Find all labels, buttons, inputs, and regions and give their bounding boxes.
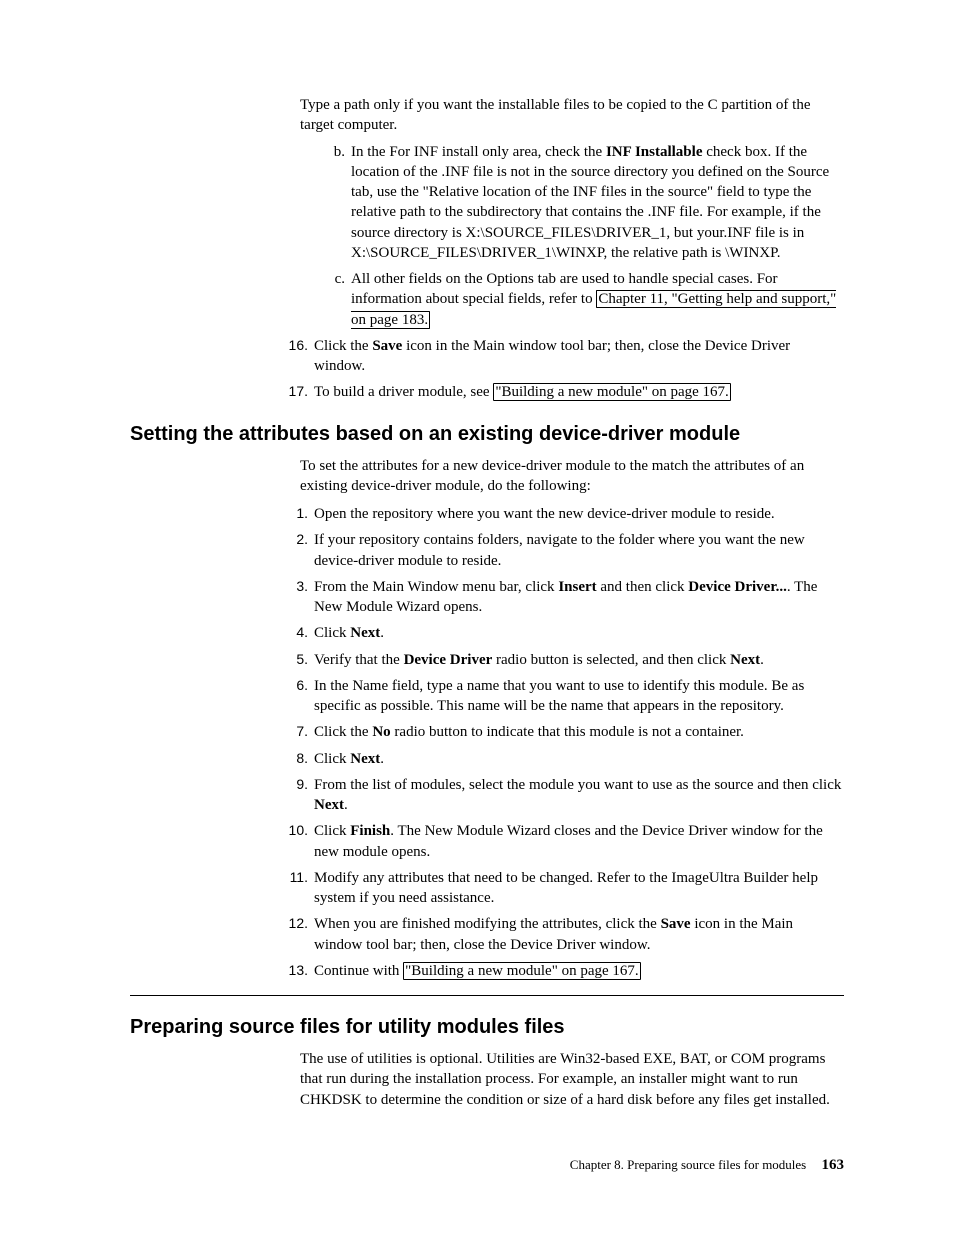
- text: check box. If the location of the .INF f…: [351, 144, 829, 261]
- list-body: In the For INF install only area, check …: [351, 142, 844, 264]
- text: .: [344, 797, 348, 813]
- bold-text: Finish: [350, 823, 390, 839]
- list-marker: 2.: [280, 530, 314, 571]
- bold-text: Save: [661, 916, 691, 932]
- list-marker: b.: [325, 142, 351, 264]
- list-body: If your repository contains folders, nav…: [314, 530, 844, 571]
- page-footer: Chapter 8. Preparing source files for mo…: [570, 1155, 844, 1175]
- text: Click the: [314, 724, 372, 740]
- list-marker: 16.: [280, 336, 314, 377]
- list-body: From the list of modules, select the mod…: [314, 775, 844, 816]
- document-page: Type a path only if you want the install…: [0, 0, 954, 1235]
- footer-chapter: Chapter 8. Preparing source files for mo…: [570, 1157, 806, 1172]
- list-body: Click Next.: [314, 749, 844, 769]
- list-marker: 10.: [280, 821, 314, 862]
- text: In the For INF install only area, check …: [351, 144, 606, 160]
- list-item-c: c. All other fields on the Options tab a…: [325, 269, 844, 330]
- bold-text: No: [372, 724, 390, 740]
- list-item: 10.Click Finish. The New Module Wizard c…: [280, 821, 844, 862]
- list-marker: 9.: [280, 775, 314, 816]
- bold-text: Next: [314, 797, 344, 813]
- list-item: 9.From the list of modules, select the m…: [280, 775, 844, 816]
- list-item-16: 16. Click the Save icon in the Main wind…: [280, 336, 844, 377]
- list-marker: 8.: [280, 749, 314, 769]
- list-body: Click Next.: [314, 623, 844, 643]
- text: and then click: [597, 579, 689, 595]
- bold-text: Next: [350, 625, 380, 641]
- list-body: To build a driver module, see "Building …: [314, 382, 844, 402]
- list-body: In the Name field, type a name that you …: [314, 676, 844, 717]
- bold-text: INF Installable: [606, 144, 703, 160]
- list-body: When you are finished modifying the attr…: [314, 914, 844, 955]
- bold-text: Insert: [558, 579, 596, 595]
- bold-text: Next: [730, 652, 760, 668]
- bold-text: Device Driver: [404, 652, 493, 668]
- text: From the Main Window menu bar, click: [314, 579, 558, 595]
- list-body: Click Finish. The New Module Wizard clos…: [314, 821, 844, 862]
- bold-text: Save: [372, 338, 402, 354]
- list-body: Click the No radio button to indicate th…: [314, 722, 844, 742]
- section-intro: To set the attributes for a new device-d…: [300, 456, 844, 497]
- list-body: Verify that the Device Driver radio butt…: [314, 650, 844, 670]
- sub-list: b. In the For INF install only area, che…: [325, 142, 844, 330]
- list-item: 12.When you are finished modifying the a…: [280, 914, 844, 955]
- list-marker: 5.: [280, 650, 314, 670]
- text: Verify that the: [314, 652, 404, 668]
- section-paragraph: The use of utilities is optional. Utilit…: [300, 1049, 844, 1110]
- list-marker: 12.: [280, 914, 314, 955]
- list-item-17: 17. To build a driver module, see "Build…: [280, 382, 844, 402]
- text: . The New Module Wizard closes and the D…: [314, 823, 823, 859]
- text: From the list of modules, select the mod…: [314, 777, 841, 793]
- text: .: [380, 625, 384, 641]
- list-item: 13.Continue with "Building a new module"…: [280, 961, 844, 981]
- list-body: Continue with "Building a new module" on…: [314, 961, 844, 981]
- section-heading-utility: Preparing source files for utility modul…: [130, 1014, 844, 1041]
- list-body: Open the repository where you want the n…: [314, 504, 844, 524]
- text: Click: [314, 625, 350, 641]
- text: Click: [314, 751, 350, 767]
- list-marker: 11.: [280, 868, 314, 909]
- bold-text: Next: [350, 751, 380, 767]
- text: Click: [314, 823, 350, 839]
- text: Continue with: [314, 963, 403, 979]
- list-item: 2.If your repository contains folders, n…: [280, 530, 844, 571]
- list-marker: 7.: [280, 722, 314, 742]
- list-item: 7.Click the No radio button to indicate …: [280, 722, 844, 742]
- section-heading-attributes: Setting the attributes based on an exist…: [130, 421, 844, 448]
- list-item: 6.In the Name field, type a name that yo…: [280, 676, 844, 717]
- list-item: 3.From the Main Window menu bar, click I…: [280, 577, 844, 618]
- list-item: 11.Modify any attributes that need to be…: [280, 868, 844, 909]
- list-marker: 4.: [280, 623, 314, 643]
- text: When you are finished modifying the attr…: [314, 916, 661, 932]
- list-item: 4.Click Next.: [280, 623, 844, 643]
- list-body: From the Main Window menu bar, click Ins…: [314, 577, 844, 618]
- list-marker: 13.: [280, 961, 314, 981]
- bold-text: Device Driver...: [688, 579, 787, 595]
- text: Click the: [314, 338, 372, 354]
- text: radio button is selected, and then click: [492, 652, 730, 668]
- list-body: Click the Save icon in the Main window t…: [314, 336, 844, 377]
- text: .: [760, 652, 764, 668]
- cross-reference-link[interactable]: "Building a new module" on page 167.: [403, 962, 640, 980]
- list-marker: 6.: [280, 676, 314, 717]
- text: .: [380, 751, 384, 767]
- text: radio button to indicate that this modul…: [391, 724, 744, 740]
- list-item: 5.Verify that the Device Driver radio bu…: [280, 650, 844, 670]
- continuation-paragraph: Type a path only if you want the install…: [300, 95, 844, 136]
- list-marker: 17.: [280, 382, 314, 402]
- list-item: 1.Open the repository where you want the…: [280, 504, 844, 524]
- list-marker: c.: [325, 269, 351, 330]
- list-item-b: b. In the For INF install only area, che…: [325, 142, 844, 264]
- list-marker: 3.: [280, 577, 314, 618]
- text: To build a driver module, see: [314, 384, 493, 400]
- numbered-list-cont: 16. Click the Save icon in the Main wind…: [280, 336, 844, 403]
- footer-page-number: 163: [822, 1157, 845, 1173]
- cross-reference-link[interactable]: "Building a new module" on page 167.: [493, 383, 730, 401]
- list-body: All other fields on the Options tab are …: [351, 269, 844, 330]
- list-item: 8. Click Next.: [280, 749, 844, 769]
- list-marker: 1.: [280, 504, 314, 524]
- list-body: Modify any attributes that need to be ch…: [314, 868, 844, 909]
- section-divider: [130, 995, 844, 996]
- numbered-list: 1.Open the repository where you want the…: [280, 504, 844, 981]
